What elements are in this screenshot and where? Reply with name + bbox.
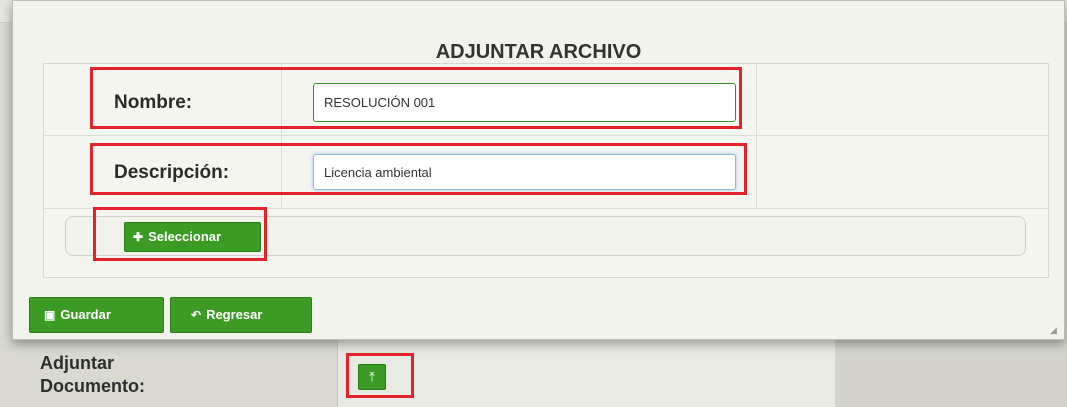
resize-grip-icon[interactable]: ◢ bbox=[1050, 325, 1060, 335]
column-divider-right bbox=[756, 64, 757, 208]
back-label: Regresar bbox=[206, 307, 263, 322]
attach-label-line1: Adjuntar bbox=[40, 353, 114, 373]
floppy-icon: ▣ bbox=[44, 308, 56, 322]
save-label: Guardar bbox=[60, 307, 111, 322]
undo-arrow-icon: ↶ bbox=[191, 308, 202, 322]
back-button[interactable]: ↶ Regresar bbox=[170, 297, 312, 333]
attach-label-line2: Documento: bbox=[40, 376, 145, 396]
highlight-select-button bbox=[93, 207, 267, 261]
highlight-descripcion bbox=[90, 143, 747, 195]
highlight-upload-button bbox=[346, 353, 414, 398]
highlight-nombre bbox=[90, 67, 742, 129]
attach-document-label: Adjuntar Documento: bbox=[40, 352, 320, 398]
save-button[interactable]: ▣ Guardar bbox=[29, 297, 164, 333]
modal-title: ADJUNTAR ARCHIVO bbox=[435, 41, 642, 63]
